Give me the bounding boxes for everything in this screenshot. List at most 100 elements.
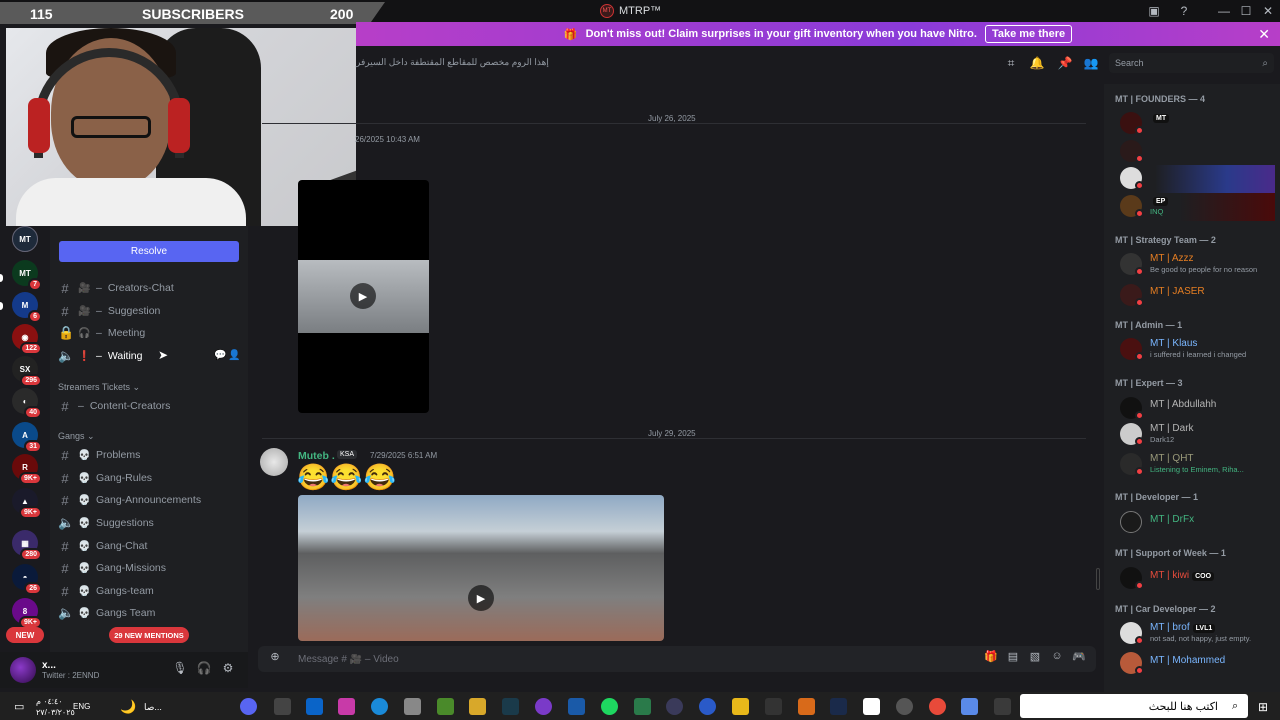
member-item[interactable]: MT | Dark Dark12: [1115, 421, 1275, 449]
server-icon[interactable]: 8 9K+: [12, 598, 42, 629]
close-icon[interactable]: ✕: [1258, 26, 1270, 43]
message-input[interactable]: [298, 653, 980, 665]
close-window-button[interactable]: ✕: [1254, 2, 1280, 20]
app-icon[interactable]: [404, 698, 421, 715]
sticker-icon[interactable]: ▧: [1024, 650, 1046, 668]
chrome-icon[interactable]: [929, 698, 946, 715]
app-icon[interactable]: [568, 698, 585, 715]
member-item[interactable]: MT | kiwi COO: [1115, 565, 1275, 593]
gift-icon[interactable]: 🎁: [980, 650, 1002, 668]
member-item[interactable]: MT: [1115, 110, 1275, 138]
channel-creators-chat[interactable]: # 🎥 – Creators-Chat: [58, 278, 173, 298]
taskbar-clock[interactable]: ٠٤:٤٠ م ٢٧/٠٣/٢٠٢٥: [36, 696, 75, 718]
message-author[interactable]: Muteb .: [298, 450, 335, 462]
server-icon[interactable]: ◉ 122: [12, 324, 42, 355]
member-item[interactable]: [1115, 165, 1275, 193]
steam-icon[interactable]: [830, 698, 847, 715]
avatar[interactable]: [260, 448, 288, 476]
channel-waiting[interactable]: 🔈 ❗ – Waiting: [58, 346, 142, 366]
start-button[interactable]: ⊞: [1258, 700, 1268, 714]
play-icon[interactable]: ▶: [350, 283, 376, 309]
inbox-icon[interactable]: ▣: [1140, 2, 1168, 20]
new-mentions-pill[interactable]: 29 NEW MENTIONS: [109, 627, 189, 643]
channel-gangs-team-voice[interactable]: 🔈 💀 Gangs Team: [58, 603, 155, 623]
channel-gang-announcements[interactable]: # 💀 Gang-Announcements: [58, 490, 201, 510]
member-item[interactable]: MT | Klaus i suffered i learned i changed: [1115, 336, 1275, 364]
resolve-button[interactable]: Resolve: [59, 241, 239, 262]
gif-icon[interactable]: ▤: [1002, 650, 1024, 668]
search-input[interactable]: [1115, 58, 1263, 68]
chat-bubble-icon[interactable]: 💬: [214, 350, 226, 361]
edge-icon[interactable]: [371, 698, 388, 715]
notification-icon[interactable]: ▭: [14, 700, 24, 713]
app-icon[interactable]: [896, 698, 913, 715]
headphones-icon[interactable]: 🎧: [196, 661, 212, 677]
app-icon[interactable]: [634, 698, 651, 715]
channel-gang-missions[interactable]: # 💀 Gang-Missions: [58, 558, 166, 578]
pin-icon[interactable]: 📌: [1057, 56, 1073, 72]
bell-icon[interactable]: 🔔: [1029, 56, 1045, 72]
taskbar-search-box[interactable]: اكتب هنا للبحث: [1020, 694, 1248, 718]
play-icon[interactable]: ▶: [468, 585, 494, 611]
activities-icon[interactable]: 🎮: [1068, 650, 1090, 668]
channel-gangs-team[interactable]: # 💀 Gangs-team: [58, 581, 153, 601]
app-icon[interactable]: [502, 698, 519, 715]
server-icon[interactable]: ▲ 9K+: [12, 488, 42, 519]
server-icon[interactable]: ◓ 26: [12, 564, 42, 595]
server-icon[interactable]: R 9K+: [12, 454, 42, 485]
server-icon[interactable]: M6: [12, 292, 42, 323]
app-icon[interactable]: [732, 698, 749, 715]
member-item[interactable]: MT | brof LVL1 not sad, not happy, just em…: [1115, 620, 1275, 648]
server-icon[interactable]: MT 7: [12, 260, 42, 291]
server-icon[interactable]: A 31: [12, 422, 42, 453]
member-item[interactable]: [1115, 138, 1275, 166]
channel-suggestion[interactable]: # 🎥 – Suggestion: [58, 301, 160, 321]
app-icon[interactable]: [437, 698, 454, 715]
app-icon[interactable]: [274, 698, 291, 715]
member-item[interactable]: MT | Azzz Be good to people for no reason: [1115, 251, 1275, 279]
channel-suggestions[interactable]: 🔈 💀 Suggestions: [58, 513, 154, 533]
spotify-icon[interactable]: [601, 698, 618, 715]
app-icon[interactable]: [666, 698, 683, 715]
help-icon[interactable]: ?: [1170, 2, 1198, 20]
category-gangs[interactable]: Gangs ⌄: [58, 431, 95, 442]
app-icon[interactable]: [961, 698, 978, 715]
threads-icon[interactable]: ⌗: [1003, 56, 1019, 72]
server-icon[interactable]: SX 296: [12, 356, 42, 387]
channel-problems[interactable]: # 💀 Problems: [58, 445, 140, 465]
outlook-icon[interactable]: [306, 698, 323, 715]
new-servers-pill[interactable]: NEW: [6, 627, 44, 643]
gear-icon[interactable]: ⚙: [220, 661, 236, 677]
search-box[interactable]: ⌕: [1109, 53, 1274, 73]
channel-content-creators[interactable]: # – Content-Creators: [58, 396, 170, 416]
channel-gang-chat[interactable]: # 💀 Gang-Chat: [58, 536, 147, 556]
weather-icon[interactable]: 🌙: [120, 699, 136, 715]
discord-app-icon[interactable]: [240, 698, 257, 715]
member-list-icon[interactable]: 👥: [1083, 56, 1099, 72]
member-item[interactable]: MT | DrFx: [1115, 509, 1275, 537]
app-icon[interactable]: [863, 698, 880, 715]
server-folder-icon[interactable]: ▦ 280: [12, 530, 42, 561]
channel-meeting[interactable]: 🔒 🎧 – Meeting: [58, 323, 145, 343]
app-icon[interactable]: [535, 698, 552, 715]
server-mt-icon[interactable]: MT: [12, 226, 38, 252]
take-me-there-button[interactable]: Take me there: [984, 25, 1073, 43]
epic-games-icon[interactable]: [765, 698, 782, 715]
app-icon[interactable]: [338, 698, 355, 715]
member-item[interactable]: MT | QHT Listening to Eminem, Riha...: [1115, 451, 1275, 479]
file-explorer-icon[interactable]: [469, 698, 486, 715]
category-streamers-tickets[interactable]: Streamers Tickets ⌄: [58, 382, 140, 393]
member-item[interactable]: MT | Abdullahh: [1115, 395, 1275, 423]
member-item[interactable]: EP INQ: [1115, 193, 1275, 221]
server-icon[interactable]: ◐ 40: [12, 388, 42, 419]
language-indicator[interactable]: ENG: [73, 702, 90, 711]
emoji-icon[interactable]: ☺: [1046, 650, 1068, 668]
video-attachment[interactable]: ▶: [298, 495, 664, 641]
member-item[interactable]: MT | JASER: [1115, 282, 1275, 310]
video-attachment[interactable]: ▶: [298, 180, 429, 413]
add-member-icon[interactable]: 👤: [228, 350, 240, 361]
avatar[interactable]: [10, 657, 36, 683]
app-icon[interactable]: [699, 698, 716, 715]
member-item[interactable]: MT | Mohammed: [1115, 650, 1275, 678]
add-attachment-icon[interactable]: ⊕: [264, 650, 286, 668]
